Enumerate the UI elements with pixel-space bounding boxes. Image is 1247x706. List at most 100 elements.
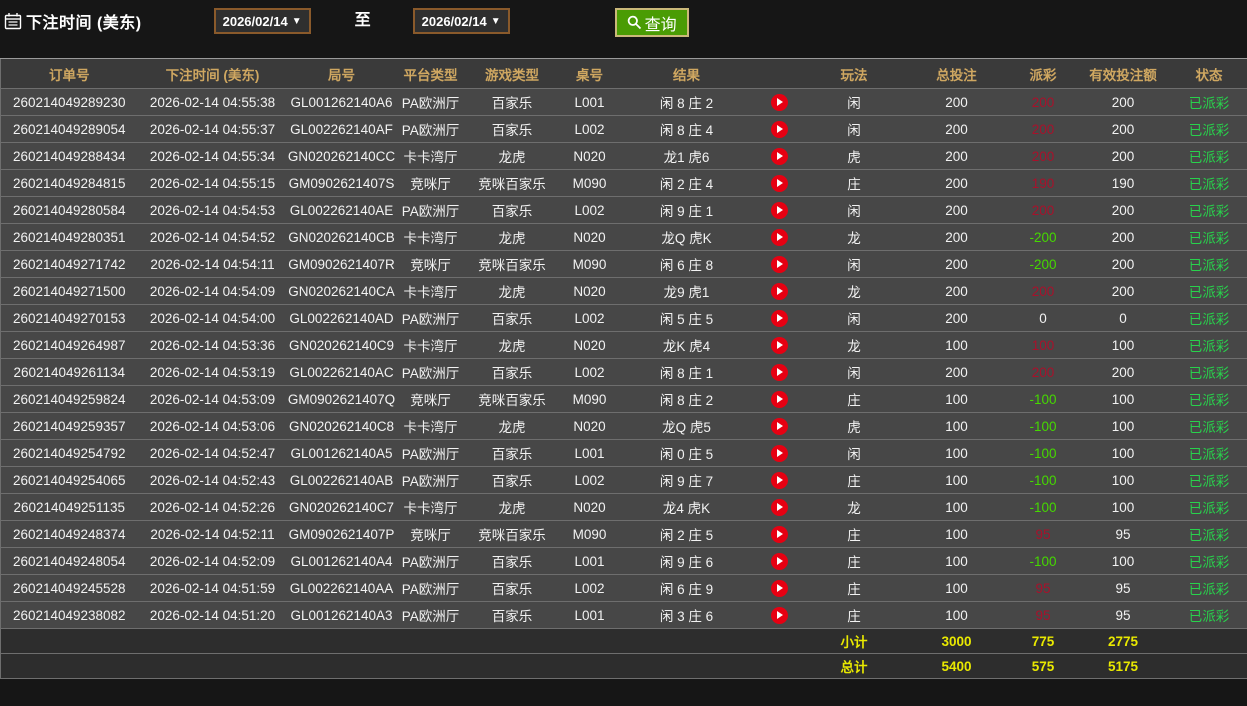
status-cell: 已派彩: [1170, 439, 1247, 467]
subtotal-row: 小计 3000 775 2775: [0, 628, 1247, 654]
valid-bet-cell: 200: [1075, 115, 1171, 143]
bet-time-cell: 2026-02-14 04:55:38: [137, 88, 288, 116]
payout-cell: -100: [1010, 493, 1076, 521]
play-type-cell: 闲: [805, 88, 903, 116]
bet-time-cell: 2026-02-14 04:55:37: [137, 115, 288, 143]
play-triangle-icon: [777, 449, 783, 457]
play-replay-icon[interactable]: [770, 201, 788, 219]
total-bet-cell: 100: [902, 412, 1011, 440]
platform-cell: 卡卡湾厅: [395, 412, 466, 440]
result-cell: 闲 9 庄 7: [620, 466, 753, 494]
valid-bet-cell: 200: [1075, 277, 1171, 305]
play-replay-icon[interactable]: [770, 525, 788, 543]
play-replay-icon[interactable]: [770, 147, 788, 165]
order-cell: 260214049248374: [0, 520, 138, 548]
valid-bet-cell: 100: [1075, 412, 1171, 440]
play-replay-icon[interactable]: [770, 174, 788, 192]
table-no-cell: N020: [558, 331, 621, 359]
play-type-cell: 龙: [805, 277, 903, 305]
result-cell: 龙4 虎K: [620, 493, 753, 521]
payout-cell: 200: [1010, 196, 1076, 224]
play-type-cell: 闲: [805, 439, 903, 467]
play-type-cell: 闲: [805, 250, 903, 278]
payout-cell: 95: [1010, 520, 1076, 548]
bet-time-cell: 2026-02-14 04:53:06: [137, 412, 288, 440]
col-status: 状态: [1170, 58, 1247, 89]
replay-cell: [752, 466, 806, 494]
play-replay-icon[interactable]: [770, 282, 788, 300]
round-cell: GN020262140CC: [287, 142, 396, 170]
play-replay-icon[interactable]: [770, 417, 788, 435]
bet-time-cell: 2026-02-14 04:53:19: [137, 358, 288, 386]
col-result: 结果: [620, 58, 753, 89]
order-cell: 260214049254792: [0, 439, 138, 467]
table-no-cell: L001: [558, 601, 621, 629]
play-replay-icon[interactable]: [770, 363, 788, 381]
play-triangle-icon: [777, 287, 783, 295]
col-table-no: 桌号: [558, 58, 621, 89]
valid-bet-cell: 95: [1075, 520, 1171, 548]
play-type-cell: 闲: [805, 304, 903, 332]
table-no-cell: L001: [558, 547, 621, 575]
play-replay-icon[interactable]: [770, 336, 788, 354]
play-replay-icon[interactable]: [770, 390, 788, 408]
round-cell: GL001262140A3: [287, 601, 396, 629]
col-game-type: 游戏类型: [465, 58, 559, 89]
valid-bet-cell: 0: [1075, 304, 1171, 332]
total-bet-cell: 200: [902, 223, 1011, 251]
col-valid-bet: 有效投注额: [1075, 58, 1171, 89]
payout-cell: 100: [1010, 331, 1076, 359]
play-type-cell: 龙: [805, 493, 903, 521]
platform-cell: PA欧洲厅: [395, 115, 466, 143]
play-replay-icon[interactable]: [770, 255, 788, 273]
play-triangle-icon: [777, 557, 783, 565]
table-no-cell: N020: [558, 277, 621, 305]
valid-bet-cell: 100: [1075, 547, 1171, 575]
payout-cell: -100: [1010, 547, 1076, 575]
play-type-cell: 庄: [805, 466, 903, 494]
play-replay-icon[interactable]: [770, 471, 788, 489]
play-replay-icon[interactable]: [770, 120, 788, 138]
total-status-spacer: [1170, 653, 1247, 679]
table-no-cell: L002: [558, 304, 621, 332]
payout-cell: 200: [1010, 277, 1076, 305]
play-replay-icon[interactable]: [770, 552, 788, 570]
play-type-cell: 庄: [805, 601, 903, 629]
replay-cell: [752, 223, 806, 251]
play-replay-icon[interactable]: [770, 93, 788, 111]
valid-bet-cell: 200: [1075, 196, 1171, 224]
date-to-select[interactable]: 2026/02/14 ▼: [412, 8, 510, 34]
round-cell: GM0902621407S: [287, 169, 396, 197]
replay-cell: [752, 331, 806, 359]
subtotal-valid: 2775: [1075, 628, 1171, 654]
round-cell: GL002262140AB: [287, 466, 396, 494]
round-cell: GN020262140CB: [287, 223, 396, 251]
result-cell: 龙Q 虎5: [620, 412, 753, 440]
order-cell: 260214049289230: [0, 88, 138, 116]
bet-time-cell: 2026-02-14 04:53:09: [137, 385, 288, 413]
bet-time-cell: 2026-02-14 04:52:47: [137, 439, 288, 467]
platform-cell: PA欧洲厅: [395, 466, 466, 494]
table-row: 260214049259824 2026-02-14 04:53:09 GM0902…: [0, 385, 1247, 413]
play-replay-icon[interactable]: [770, 498, 788, 516]
play-type-cell: 庄: [805, 574, 903, 602]
table-row: 260214049254792 2026-02-14 04:52:47 GL0012…: [0, 439, 1247, 467]
total-bet-cell: 100: [902, 331, 1011, 359]
platform-cell: PA欧洲厅: [395, 601, 466, 629]
game-type-cell: 龙虎: [465, 277, 559, 305]
total-bet-cell: 100: [902, 385, 1011, 413]
total-row: 总计 5400 575 5175: [0, 653, 1247, 679]
play-replay-icon[interactable]: [770, 228, 788, 246]
query-button[interactable]: 查询: [614, 8, 689, 37]
chevron-down-icon: ▼: [291, 15, 302, 27]
date-from-select[interactable]: 2026/02/14 ▼: [213, 8, 311, 34]
play-replay-icon[interactable]: [770, 309, 788, 327]
result-cell: 闲 5 庄 5: [620, 304, 753, 332]
replay-cell: [752, 277, 806, 305]
play-type-cell: 虎: [805, 142, 903, 170]
play-replay-icon[interactable]: [770, 606, 788, 624]
play-replay-icon[interactable]: [770, 579, 788, 597]
play-replay-icon[interactable]: [770, 444, 788, 462]
subtotal-spacer: [0, 628, 806, 654]
result-cell: 闲 2 庄 4: [620, 169, 753, 197]
